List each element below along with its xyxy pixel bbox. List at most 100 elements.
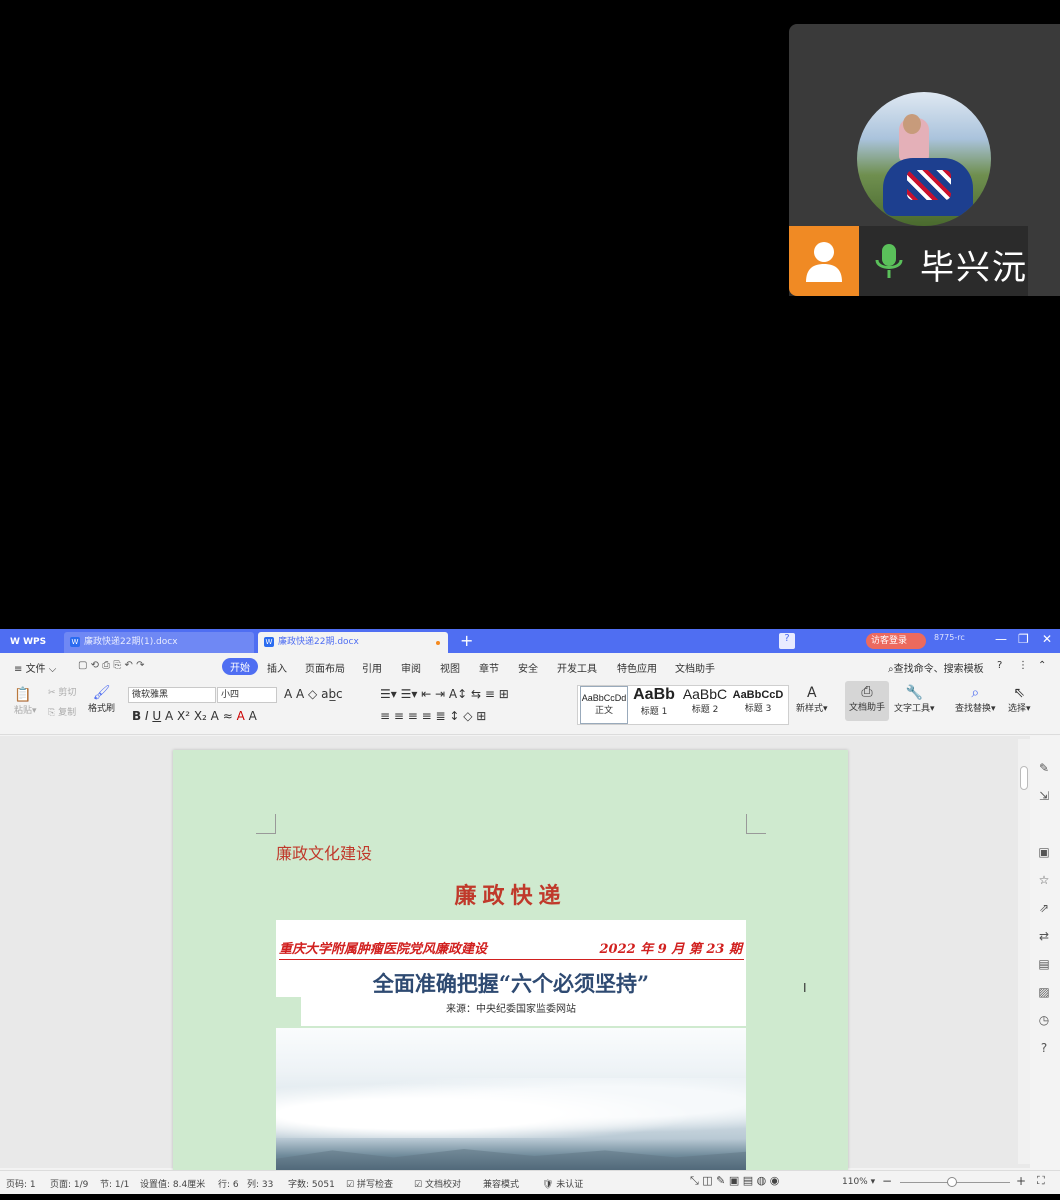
collapse-ribbon-icon[interactable]: ⌃ (1038, 660, 1046, 671)
command-search[interactable]: ⌕查找命令、搜索模板 (888, 660, 984, 675)
archive-icon[interactable]: ▤ (1037, 957, 1051, 971)
doc-assistant-icon: ⎙ (861, 684, 873, 700)
select-button[interactable]: ⇖ 选择▾ (1008, 685, 1031, 714)
list-buttons[interactable]: ☰▾ ☰▾ ⇤ ⇥ A↕ ⇆ ≡ ⊞ (380, 687, 509, 701)
text-cursor-icon: I (803, 981, 807, 995)
wps-logo-icon: W (10, 637, 24, 647)
style-heading-3[interactable]: AaBbCcD 标题 3 (732, 686, 784, 724)
user-icon (806, 242, 842, 282)
tab-insert[interactable]: 插入 (267, 660, 287, 675)
font-family-select[interactable]: 微软雅黑 (128, 687, 216, 703)
title-bar: W WPS W 廉政快递22期(1).docx W 廉政快递22期.docx + ?… (0, 629, 1060, 653)
page-number[interactable]: 页码: 1 (6, 1177, 36, 1190)
word-count[interactable]: 字数: 5051 (288, 1177, 335, 1190)
minimize-button[interactable]: — (995, 632, 1007, 646)
share-icon[interactable]: ⇗ (1037, 901, 1051, 915)
tab-view[interactable]: 视图 (440, 660, 460, 675)
text-tools-button[interactable]: 🔧 文字工具▾ (894, 685, 935, 714)
more-icon[interactable]: ⋮ (1018, 660, 1028, 671)
status-bar: 页码: 1 页面: 1/9 节: 1/1 设置值: 8.4厘米 行: 6 列: … (0, 1170, 1060, 1194)
paste-button[interactable]: 📋 粘贴▾ (14, 687, 37, 716)
doc-assistant-button[interactable]: ⎙ 文档助手 (845, 681, 889, 721)
help-icon[interactable]: ? (1037, 1041, 1051, 1055)
tab-doc-assistant[interactable]: 文档助手 (675, 660, 715, 675)
pointer-icon[interactable]: ⇲ (1037, 789, 1051, 803)
style-heading-2[interactable]: AaBbC 标题 2 (680, 686, 730, 724)
view-mode-icons[interactable]: ⤡ ◫ ✎ ▣ ▤ ◍ ◉ (690, 1174, 779, 1188)
close-button[interactable]: ✕ (1042, 632, 1052, 646)
fullscreen-icon[interactable]: ⛶ (1037, 1174, 1045, 1188)
zoom-level[interactable]: 110% ▾ (842, 1177, 875, 1187)
row-indicator[interactable]: 行: 6 (218, 1177, 239, 1190)
translate-icon[interactable]: ⇄ (1037, 929, 1051, 943)
tab-references[interactable]: 引用 (362, 660, 382, 675)
wps-home-tab[interactable]: W WPS (4, 632, 60, 653)
setting-value[interactable]: 设置值: 8.4厘米 (140, 1177, 205, 1190)
history-icon[interactable]: ◷ (1037, 1013, 1051, 1027)
landscape-photo (276, 1028, 746, 1170)
document-page[interactable]: 廉政文化建设 廉政快递 重庆大学附属肿瘤医院党风廉政建设 2022 年 9 月 第… (173, 750, 848, 1170)
style-gallery: AaBbCcDd 正文 AaBb 标题 1 AaBbC 标题 2 AaBbCcD 标题 … (577, 685, 789, 725)
participant-name: 毕兴沅 (920, 248, 1028, 288)
vertical-scrollbar[interactable] (1018, 739, 1030, 1164)
cursor-icon: ⇖ (1013, 685, 1026, 701)
margin-corner (256, 814, 276, 834)
copy-button[interactable]: ⎘ 复制 (48, 705, 76, 718)
spell-check-button[interactable]: ☑ 拼写检查 (346, 1177, 393, 1190)
tab-developer[interactable]: 开发工具 (557, 660, 597, 675)
font-grow-shrink-buttons[interactable]: A A ◇ ab̲c (284, 687, 343, 701)
cert-status[interactable]: 🛡 未认证 (542, 1177, 583, 1190)
visitor-login-button[interactable]: 访客登录 (866, 633, 926, 649)
doc-proof-button[interactable]: ☑ 文档校对 (414, 1177, 461, 1190)
restore-button[interactable]: ❐ (1018, 632, 1029, 646)
clipboard-icon: 📋 (14, 687, 32, 703)
edit-icon[interactable]: ✎ (1037, 761, 1051, 775)
unsaved-dot-icon (436, 641, 440, 645)
section-title: 廉政文化建设 (276, 844, 373, 863)
zoom-in-button[interactable]: + (1016, 1174, 1026, 1188)
wps-window: W WPS W 廉政快递22期(1).docx W 廉政快递22期.docx + ?… (0, 629, 1060, 1200)
new-style-button[interactable]: A 新样式▾ (796, 685, 828, 714)
participant-avatar (857, 92, 991, 226)
col-indicator[interactable]: 列: 33 (247, 1177, 273, 1190)
screen-edge (0, 1194, 1060, 1200)
brush-icon: 🖌 (92, 685, 111, 701)
style-normal[interactable]: AaBbCcDd 正文 (580, 686, 628, 724)
document-tab[interactable]: W 廉政快递22期(1).docx (64, 632, 254, 653)
newsletter-banner: 重庆大学附属肿瘤医院党风廉政建设 2022 年 9 月 第 23 期 全面准确把握… (276, 920, 746, 1026)
help-button[interactable]: ? (779, 633, 795, 649)
menu-bar: ≡ 文件 ⌵ ▢ ⟲ ⎙ ⎘ ↶ ↷ 开始 插入 页面布局 引用 审阅 视图 章… (0, 653, 1060, 679)
tab-security[interactable]: 安全 (518, 660, 538, 675)
font-size-select[interactable]: 小四 (217, 687, 277, 703)
format-buttons[interactable]: B I U A X² X₂ A ≈ A A (132, 709, 257, 723)
file-menu[interactable]: ≡ 文件 ⌵ (14, 660, 56, 675)
cut-button[interactable]: ✂ 剪切 (48, 685, 76, 698)
search-icon: ⌕ (971, 685, 980, 701)
format-painter-button[interactable]: 🖌 格式刷 (88, 685, 115, 714)
zoom-slider-handle[interactable] (946, 1177, 957, 1187)
tab-page-layout[interactable]: 页面布局 (305, 660, 345, 675)
new-tab-button[interactable]: + (460, 631, 473, 650)
tab-home[interactable]: 开始 (222, 658, 258, 675)
masthead: 廉政快递 (454, 883, 567, 909)
help-icon[interactable]: ? (997, 660, 1002, 671)
section-count[interactable]: 节: 1/1 (100, 1177, 129, 1190)
tab-chapter[interactable]: 章节 (479, 660, 499, 675)
star-icon[interactable]: ☆ (1037, 873, 1051, 887)
page-count[interactable]: 页面: 1/9 (50, 1177, 88, 1190)
compat-mode-label: 兼容模式 (483, 1180, 520, 1190)
toolbox-icon[interactable]: ▣ (1037, 845, 1051, 859)
tab-special-apps[interactable]: 特色应用 (617, 660, 657, 675)
scrollbar-thumb[interactable] (1020, 766, 1028, 790)
image-icon[interactable]: ▨ (1037, 985, 1051, 999)
document-canvas[interactable]: 廉政文化建设 廉政快递 重庆大学附属肿瘤医院党风廉政建设 2022 年 9 月 第… (0, 736, 1060, 1170)
style-heading-1[interactable]: AaBb 标题 1 (630, 686, 678, 724)
alignment-buttons[interactable]: ≡ ≡ ≡ ≡ ≣ ↕ ◇ ⊞ (380, 709, 486, 723)
quick-access-icons[interactable]: ▢ ⟲ ⎙ ⎘ ↶ ↷ (78, 660, 144, 671)
new-style-icon: A (806, 685, 817, 701)
tab-review[interactable]: 审阅 (401, 660, 421, 675)
zoom-out-button[interactable]: − (882, 1174, 892, 1188)
word-doc-icon: W (264, 636, 274, 647)
document-tab-active[interactable]: W 廉政快递22期.docx (258, 632, 448, 653)
find-replace-button[interactable]: ⌕ 查找替换▾ (955, 685, 996, 714)
